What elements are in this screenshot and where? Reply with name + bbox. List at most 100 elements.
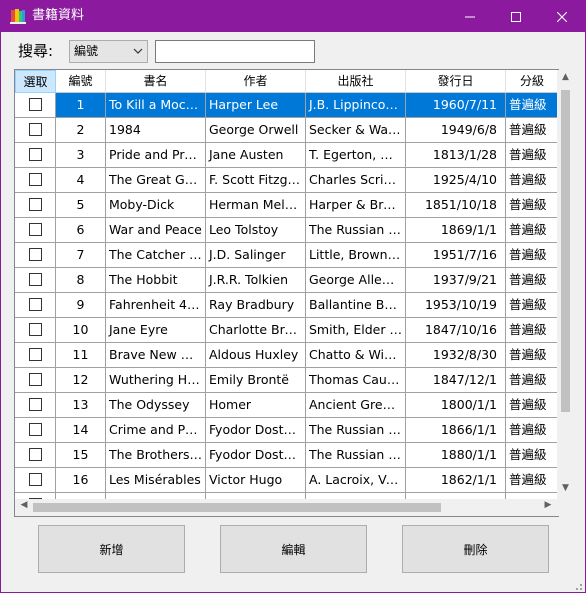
table-row[interactable]: 4 The Great Gats... F. Scott Fitzger... Cha… — [15, 168, 558, 193]
cell-category[interactable]: 普遍級 — [506, 468, 558, 493]
books-grid[interactable]: 選取 編號 書名 作者 出版社 發行日 分級 1 To Kill a Mocki.… — [14, 69, 559, 517]
row-checkbox[interactable] — [28, 98, 42, 111]
table-row[interactable]: 12 Wuthering Hei... Emily Brontë Thomas Cau… — [15, 368, 558, 393]
cell-title[interactable]: 1984 — [106, 118, 206, 143]
cell-category[interactable]: 普遍級 — [506, 268, 558, 293]
table-row[interactable]: 9 Fahrenheit 451 Ray Bradbury Ballantine Bo… — [15, 293, 558, 318]
cell-date[interactable]: 1951/7/16 — [406, 243, 506, 268]
vertical-scrollbar[interactable]: ▲ ▼ — [557, 70, 574, 499]
search-field-select[interactable]: 編號 — [69, 40, 148, 63]
cell-id[interactable]: 5 — [56, 193, 106, 218]
row-checkbox[interactable] — [28, 323, 42, 336]
cell-publisher[interactable]: Charles Scribn... — [306, 168, 406, 193]
scroll-up-icon[interactable]: ▲ — [557, 72, 574, 88]
row-select-checkbox-cell[interactable] — [15, 268, 56, 293]
horizontal-scrollbar[interactable]: ◀ ▶ — [15, 499, 557, 516]
table-row[interactable]: 2 1984 George Orwell Secker & War... 1949/6/… — [15, 118, 558, 143]
cell-category[interactable]: 普遍級 — [506, 168, 558, 193]
table-row[interactable]: 11 Brave New Wo... Aldous Huxley Chatto & W… — [15, 343, 558, 368]
cell-date[interactable]: 1866/1/1 — [406, 418, 506, 443]
row-select-checkbox-cell[interactable] — [15, 193, 56, 218]
cell-id[interactable]: 6 — [56, 218, 106, 243]
cell-author[interactable]: Homer — [206, 393, 306, 418]
cell-category[interactable]: 普遍級 — [506, 418, 558, 443]
cell-publisher[interactable]: George Allen ... — [306, 268, 406, 293]
cell-author[interactable]: George Orwell — [206, 118, 306, 143]
cell-id[interactable]: 15 — [56, 443, 106, 468]
row-select-checkbox-cell[interactable] — [15, 168, 56, 193]
cell-title[interactable]: The Catcher in ... — [106, 243, 206, 268]
cell-author[interactable]: Fyodor Dosto... — [206, 443, 306, 468]
cell-category[interactable]: 普遍級 — [506, 243, 558, 268]
cell-publisher[interactable]: Smith, Elder & ... — [306, 318, 406, 343]
cell-author[interactable]: Fyodor Dosto... — [206, 418, 306, 443]
row-select-checkbox-cell[interactable] — [15, 243, 56, 268]
cell-date[interactable]: 1862/1/1 — [406, 468, 506, 493]
cell-author[interactable]: Aldous Huxley — [206, 343, 306, 368]
cell-id[interactable]: 1 — [56, 93, 106, 118]
cell-publisher[interactable]: The Russian M... — [306, 218, 406, 243]
cell-title[interactable]: The Great Gats... — [106, 168, 206, 193]
row-checkbox[interactable] — [28, 298, 42, 311]
cell-author[interactable]: Harper Lee — [206, 93, 306, 118]
table-row[interactable]: 7 The Catcher in ... J.D. Salinger Little, … — [15, 243, 558, 268]
cell-date[interactable]: 1937/9/21 — [406, 268, 506, 293]
cell-title[interactable]: Pride and Prej... — [106, 143, 206, 168]
table-row[interactable]: 15 The Brothers K... Fyodor Dosto... The Ru… — [15, 443, 558, 468]
cell-id[interactable]: 9 — [56, 293, 106, 318]
table-row[interactable]: 14 Crime and Pun... Fyodor Dosto... The Rus… — [15, 418, 558, 443]
cell-date[interactable]: 1800/1/1 — [406, 393, 506, 418]
table-row[interactable]: 1 To Kill a Mocki... Harper Lee J.B. Lippin… — [15, 93, 558, 118]
row-select-checkbox-cell[interactable] — [15, 443, 56, 468]
cell-id[interactable]: 2 — [56, 118, 106, 143]
cell-category[interactable]: 普遍級 — [506, 193, 558, 218]
cell-date[interactable]: 1847/10/16 — [406, 318, 506, 343]
row-checkbox[interactable] — [28, 248, 42, 261]
cell-title[interactable]: Moby-Dick — [106, 193, 206, 218]
row-checkbox[interactable] — [28, 123, 42, 136]
row-select-checkbox-cell[interactable] — [15, 418, 56, 443]
resize-grip-icon[interactable] — [571, 579, 583, 591]
cell-author[interactable]: Emily Brontë — [206, 368, 306, 393]
cell-publisher[interactable]: Harper & Brot... — [306, 193, 406, 218]
column-header-publisher[interactable]: 出版社 — [306, 70, 406, 93]
scroll-down-icon[interactable]: ▼ — [557, 483, 574, 499]
cell-category[interactable]: 普遍級 — [506, 118, 558, 143]
cell-id[interactable]: 7 — [56, 243, 106, 268]
cell-category[interactable]: 普遍級 — [506, 393, 558, 418]
cell-category[interactable]: 普遍級 — [506, 343, 558, 368]
cell-id[interactable]: 3 — [56, 143, 106, 168]
cell-author[interactable]: Victor Hugo — [206, 468, 306, 493]
row-checkbox[interactable] — [28, 473, 42, 486]
cell-date[interactable]: 1847/12/1 — [406, 368, 506, 393]
cell-title[interactable]: Fahrenheit 451 — [106, 293, 206, 318]
cell-publisher[interactable]: T. Egerton, Wh... — [306, 143, 406, 168]
cell-date[interactable]: 1925/4/10 — [406, 168, 506, 193]
cell-title[interactable]: Wuthering Hei... — [106, 368, 206, 393]
row-checkbox[interactable] — [28, 348, 42, 361]
column-header-date[interactable]: 發行日 — [406, 70, 506, 93]
row-checkbox[interactable] — [28, 448, 42, 461]
cell-id[interactable]: 14 — [56, 418, 106, 443]
cell-category[interactable]: 普遍級 — [506, 293, 558, 318]
cell-author[interactable]: F. Scott Fitzger... — [206, 168, 306, 193]
cell-id[interactable]: 10 — [56, 318, 106, 343]
column-header-title[interactable]: 書名 — [106, 70, 206, 93]
cell-publisher[interactable]: Little, Brown a... — [306, 243, 406, 268]
table-row[interactable]: 5 Moby-Dick Herman Melville Harper & Brot..… — [15, 193, 558, 218]
row-select-checkbox-cell[interactable] — [15, 318, 56, 343]
cell-category[interactable]: 普遍級 — [506, 93, 558, 118]
column-header-category[interactable]: 分級 — [506, 70, 558, 93]
title-bar[interactable]: 書籍資料 — [1, 1, 585, 32]
table-row[interactable]: 10 Jane Eyre Charlotte Brontë Smith, Elder … — [15, 318, 558, 343]
cell-author[interactable]: J.R.R. Tolkien — [206, 268, 306, 293]
cell-title[interactable]: The Brothers K... — [106, 443, 206, 468]
cell-author[interactable]: Herman Melville — [206, 193, 306, 218]
row-select-checkbox-cell[interactable] — [15, 143, 56, 168]
table-row[interactable]: 6 War and Peace Leo Tolstoy The Russian M..… — [15, 218, 558, 243]
cell-title[interactable]: War and Peace — [106, 218, 206, 243]
cell-publisher[interactable]: A. Lacroix, Ver... — [306, 468, 406, 493]
cell-title[interactable]: To Kill a Mocki... — [106, 93, 206, 118]
row-select-checkbox-cell[interactable] — [15, 118, 56, 143]
cell-date[interactable]: 1880/1/1 — [406, 443, 506, 468]
